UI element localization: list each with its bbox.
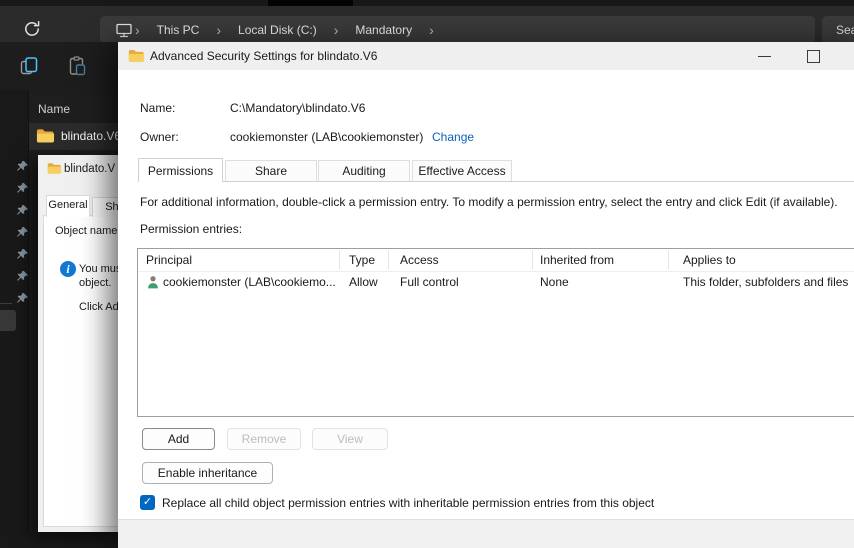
pin-icon [16,248,29,261]
tab-auditing[interactable]: Auditing [318,160,410,181]
column-header-applies-to[interactable]: Applies to [683,253,736,267]
column-separator[interactable] [532,251,533,269]
tab-share[interactable]: Share [225,160,317,181]
pin-icon [16,226,29,239]
table-row[interactable]: cookiemonster (LAB\cookiemo... Allow Ful… [138,272,854,292]
column-separator[interactable] [339,251,340,269]
paste-icon[interactable] [66,55,88,77]
column-header-access[interactable]: Access [400,253,439,267]
dialog-footer [118,519,854,548]
change-owner-link[interactable]: Change [432,130,474,144]
properties-dialog: blindato.V General Sha Object name i You… [38,155,118,532]
explorer-toolbar [0,42,118,90]
properties-dialog-title: blindato.V [64,163,116,175]
pin-icon [16,160,29,173]
tab-effective-access[interactable]: Effective Access [412,160,512,181]
info-text-line1: You mus [79,263,118,275]
pin-icon [16,270,29,283]
minimize-button[interactable] [758,56,771,57]
this-pc-icon [115,21,133,39]
dialog-title: Advanced Security Settings for blindato.… [150,49,378,63]
pin-icon [16,182,29,195]
pin-icon [16,292,29,305]
breadcrumb-mandatory[interactable]: Mandatory [340,23,427,37]
search-box[interactable]: Sea [822,16,854,44]
folder-icon [36,128,55,144]
breadcrumb-local-disk[interactable]: Local Disk (C:) [223,23,332,37]
remove-button: Remove [227,428,301,450]
cell-access: Full control [400,275,459,289]
cell-principal: cookiemonster (LAB\cookiemo... [163,275,336,289]
nav-divider [0,303,12,304]
nav-item-selected[interactable] [0,310,16,331]
column-header-type[interactable]: Type [349,253,375,267]
column-header-principal[interactable]: Principal [146,253,192,267]
tab-general[interactable]: General [46,195,90,217]
checkbox-label: Replace all child object permission entr… [162,496,655,510]
owner-label: Owner: [140,130,179,144]
tab-baseline [138,181,854,182]
explorer-address-row: › This PC › Local Disk (C:) › Mandatory … [0,6,854,44]
address-bar[interactable]: › This PC › Local Disk (C:) › Mandatory … [100,16,815,44]
column-header-name[interactable]: Name [38,102,70,116]
properties-tab-page [43,215,118,527]
name-label: Name: [140,101,176,115]
instruction-text: For additional information, double-click… [140,195,838,209]
advanced-security-dialog: Advanced Security Settings for blindato.… [118,42,854,548]
enable-inheritance-button[interactable]: Enable inheritance [142,462,273,484]
name-value: C:\Mandatory\blindato.V6 [230,101,366,115]
owner-value: cookiemonster (LAB\cookiemonster) [230,130,424,144]
user-icon [146,275,160,289]
permission-entries-label: Permission entries: [140,222,243,236]
info-text-line2: object. [79,277,112,289]
file-row-selected[interactable]: blindato.V6 [29,123,122,150]
info-text-line3: Click Ad [79,301,118,313]
dialog-titlebar[interactable]: Advanced Security Settings for blindato.… [118,42,854,70]
view-button: View [312,428,388,450]
chevron-right-icon[interactable]: › [427,17,436,43]
replace-child-permissions-checkbox[interactable]: ✓ [140,495,155,510]
folder-icon [128,49,145,63]
column-separator[interactable] [668,251,669,269]
info-icon: i [60,261,76,277]
copy-icon[interactable] [18,55,40,77]
pin-icon [16,204,29,217]
breadcrumb-this-pc[interactable]: This PC [142,23,215,37]
folder-icon [47,162,62,175]
object-name-label: Object name [55,225,118,237]
column-header-inherited-from[interactable]: Inherited from [540,253,614,267]
tab-sharing[interactable]: Sha [92,197,118,217]
chevron-right-icon[interactable]: › [133,17,142,43]
chevron-right-icon[interactable]: › [214,17,223,43]
pane-divider [28,90,29,532]
refresh-icon[interactable] [22,19,42,39]
search-text: Sea [836,23,854,37]
cell-applies-to: This folder, subfolders and files [683,275,849,289]
add-button[interactable]: Add [142,428,215,450]
permission-entries-list[interactable]: Principal Type Access Inherited from App… [137,248,854,417]
cell-inherited-from: None [540,275,569,289]
chevron-right-icon[interactable]: › [332,17,341,43]
column-separator[interactable] [388,251,389,269]
cell-type: Allow [349,275,378,289]
tab-permissions[interactable]: Permissions [138,158,223,182]
maximize-button[interactable] [807,50,820,63]
file-name-label: blindato.V6 [61,129,122,143]
